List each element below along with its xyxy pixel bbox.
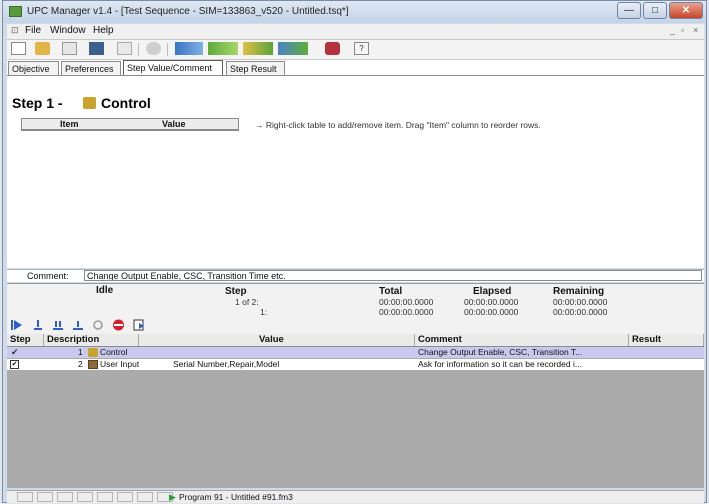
menu-file[interactable]: File bbox=[25, 25, 41, 36]
remaining-time-2: 00:00:00.0000 bbox=[553, 307, 608, 317]
row-checked-icon[interactable]: ✔ bbox=[11, 347, 19, 358]
remaining-time-1: 00:00:00.0000 bbox=[553, 297, 608, 307]
elapsed-label: Elapsed bbox=[473, 286, 512, 297]
program-device-icon[interactable] bbox=[278, 42, 308, 55]
tab-step-result[interactable]: Step Result bbox=[226, 61, 285, 75]
minimize-button[interactable]: — bbox=[617, 2, 641, 19]
open-folder-icon[interactable] bbox=[35, 42, 50, 55]
run-state: Idle bbox=[96, 285, 114, 296]
play-icon[interactable] bbox=[11, 319, 24, 331]
step-over-icon[interactable] bbox=[52, 319, 65, 331]
step-label: Step bbox=[225, 286, 247, 297]
user-input-icon bbox=[88, 360, 98, 369]
row-description: Control bbox=[100, 347, 128, 357]
steps-grid[interactable]: Step Description Value Comment Result ✔ … bbox=[7, 334, 704, 488]
toolbar-separator bbox=[167, 43, 168, 56]
items-table-header[interactable]: Item Value bbox=[21, 118, 239, 130]
column-description[interactable]: Description bbox=[44, 334, 139, 346]
status-cell bbox=[117, 492, 133, 502]
step-name: Control bbox=[101, 95, 151, 111]
program-play-icon: ▶ bbox=[169, 492, 176, 502]
mdi-restore-icon[interactable]: ▫ bbox=[681, 25, 684, 35]
elapsed-time-2: 00:00:00.0000 bbox=[464, 307, 519, 317]
toolbar: ? bbox=[7, 40, 704, 60]
mdi-minimize-icon[interactable]: _ bbox=[670, 25, 675, 35]
table-row[interactable]: ✔ 1 Control Change Output Enable, CSC, T… bbox=[7, 347, 704, 358]
row-value bbox=[173, 347, 411, 358]
status-cell bbox=[97, 492, 113, 502]
toolbar-separator bbox=[138, 43, 139, 56]
download-device-icon[interactable] bbox=[208, 42, 238, 55]
step-detail-panel: Objective Preferences Step Value/Comment… bbox=[7, 60, 704, 268]
status-cell bbox=[57, 492, 73, 502]
compare-device-icon[interactable] bbox=[243, 42, 273, 55]
status-cell bbox=[77, 492, 93, 502]
table-row[interactable]: ✔ 2 User Input Serial Number,Repair,Mode… bbox=[7, 359, 704, 370]
close-button[interactable]: ✕ bbox=[669, 2, 703, 19]
row-comment: Ask for information so it can be recorde… bbox=[418, 359, 582, 369]
report-icon[interactable] bbox=[133, 319, 146, 331]
maximize-button[interactable]: □ bbox=[643, 2, 667, 19]
menu-window[interactable]: Window bbox=[50, 25, 86, 36]
pause-icon[interactable] bbox=[92, 319, 105, 331]
upload-device-icon[interactable] bbox=[175, 42, 203, 55]
row-step-number: 1 bbox=[78, 347, 83, 357]
row-step-number: 2 bbox=[78, 359, 83, 369]
elapsed-time-1: 00:00:00.0000 bbox=[464, 297, 519, 307]
status-cell bbox=[137, 492, 153, 502]
app-icon bbox=[9, 6, 22, 17]
column-comment[interactable]: Comment bbox=[415, 334, 629, 346]
control-step-icon bbox=[83, 97, 96, 109]
items-table[interactable] bbox=[21, 130, 239, 131]
row-comment: Change Output Enable, CSC, Transition T.… bbox=[418, 347, 583, 357]
step-into-icon[interactable] bbox=[32, 319, 45, 331]
save-icon[interactable] bbox=[62, 42, 77, 55]
document-icon[interactable]: ⊡ bbox=[11, 25, 19, 36]
tab-step-value-comment[interactable]: Step Value/Comment bbox=[123, 60, 223, 76]
comment-row: Comment: Change Output Enable, CSC, Tran… bbox=[7, 269, 704, 282]
settings-icon[interactable] bbox=[146, 42, 161, 55]
column-item[interactable]: Item bbox=[60, 119, 79, 129]
tab-preferences[interactable]: Preferences bbox=[61, 61, 121, 75]
help-icon[interactable]: ? bbox=[354, 42, 369, 55]
step-sub-progress: 1: bbox=[260, 307, 268, 317]
status-bar: ▶ Program 91 - Untitled #91.fm3 bbox=[7, 490, 704, 503]
total-time-2: 00:00:00.0000 bbox=[379, 307, 434, 317]
status-cell bbox=[37, 492, 53, 502]
column-value[interactable]: Value bbox=[139, 334, 415, 346]
step-progress: 1 of 2: bbox=[235, 297, 259, 307]
window-title: UPC Manager v1.4 - [Test Sequence - SIM=… bbox=[27, 6, 349, 17]
total-label: Total bbox=[379, 286, 403, 297]
column-value[interactable]: Value bbox=[162, 119, 186, 129]
total-time-1: 00:00:00.0000 bbox=[379, 297, 434, 307]
manual-icon[interactable] bbox=[325, 42, 340, 55]
table-hint: → Right-click table to add/remove item. … bbox=[255, 120, 541, 130]
comment-label: Comment: bbox=[27, 271, 69, 281]
run-status-panel: Idle Step 1 of 2: 1: Total 00:00:00.0000… bbox=[7, 283, 704, 334]
row-checkbox[interactable]: ✔ bbox=[10, 360, 19, 369]
stop-icon[interactable] bbox=[112, 319, 125, 331]
menu-help[interactable]: Help bbox=[93, 25, 114, 36]
mdi-close-icon[interactable]: × bbox=[693, 25, 698, 35]
save-all-icon[interactable] bbox=[89, 42, 104, 55]
column-step[interactable]: Step bbox=[7, 334, 44, 346]
status-cell bbox=[17, 492, 33, 502]
grid-header: Step Description Value Comment Result bbox=[7, 334, 704, 347]
row-value: Serial Number,Repair,Model bbox=[173, 359, 280, 369]
remaining-label: Remaining bbox=[553, 286, 605, 297]
program-status: Program 91 - Untitled #91.fm3 bbox=[179, 492, 293, 502]
main-window: UPC Manager v1.4 - [Test Sequence - SIM=… bbox=[2, 0, 707, 503]
print-icon[interactable] bbox=[117, 42, 132, 55]
control-icon bbox=[88, 348, 98, 357]
tab-divider bbox=[7, 75, 704, 76]
comment-input[interactable]: Change Output Enable, CSC, Transition Ti… bbox=[84, 270, 702, 281]
step-title: Step 1 - bbox=[12, 95, 63, 111]
tab-objective[interactable]: Objective bbox=[8, 61, 59, 75]
menu-bar: ⊡ File Window Help _ ▫ × bbox=[7, 24, 704, 40]
title-bar[interactable]: UPC Manager v1.4 - [Test Sequence - SIM=… bbox=[3, 1, 706, 23]
new-file-icon[interactable] bbox=[11, 42, 26, 55]
step-out-icon[interactable] bbox=[72, 319, 85, 331]
column-result[interactable]: Result bbox=[629, 334, 704, 346]
row-description: User Input bbox=[100, 359, 140, 369]
